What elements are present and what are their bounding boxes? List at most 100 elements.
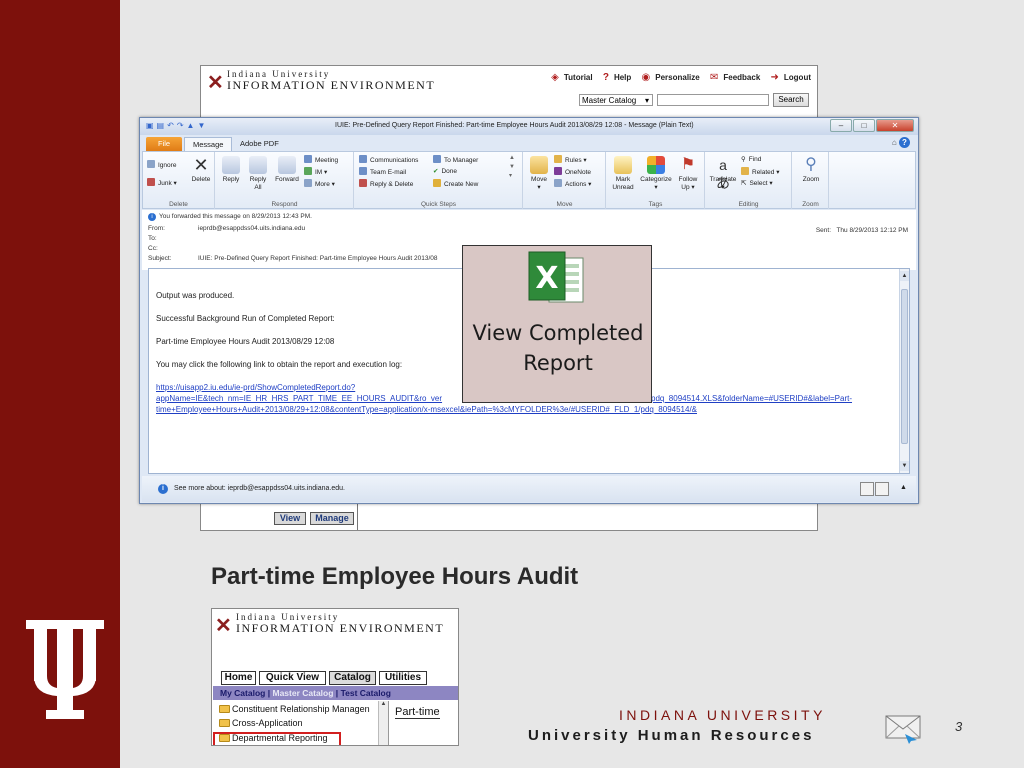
email-icon bbox=[885, 715, 921, 744]
to-row: To: bbox=[148, 235, 157, 242]
zoom-button[interactable]: ⚲ Zoom bbox=[799, 156, 823, 184]
move-button[interactable]: Move ▾ bbox=[527, 156, 551, 192]
catalog-select[interactable]: Master Catalog ▾ bbox=[579, 94, 653, 106]
minimize-icon[interactable]: – bbox=[830, 119, 852, 132]
help-icon[interactable]: ? bbox=[899, 137, 910, 148]
actions-button[interactable]: Actions ▾ bbox=[554, 179, 591, 188]
brand-sidebar bbox=[0, 0, 120, 768]
reply-all-icon bbox=[249, 156, 267, 174]
report-link[interactable]: pdq_8094514.XLS&folderName=#USERID#&labe… bbox=[651, 394, 852, 403]
body-line: You may click the following link to obta… bbox=[156, 360, 403, 369]
tab-utilities[interactable]: Utilities bbox=[379, 671, 427, 685]
tab-home[interactable]: Home bbox=[221, 671, 256, 685]
tab-file[interactable]: File bbox=[146, 137, 182, 151]
report-link[interactable]: appName=IE&tech_nm=IE_HR_HRS_PART_TIME_E… bbox=[156, 394, 442, 403]
from-address[interactable]: ieprdb@esappdss04.uits.indiana.edu bbox=[198, 225, 305, 232]
create-new-icon bbox=[433, 179, 441, 187]
ribbon-help: ⌂ ? bbox=[892, 137, 910, 148]
ribbon-tabs: File Message Adobe PDF ⌂ ? bbox=[140, 135, 918, 151]
translate-button[interactable]: aあ Translate ▾ bbox=[708, 156, 738, 192]
find-button[interactable]: ⚲ Find bbox=[741, 155, 761, 163]
quickstep-reply-delete[interactable]: Reply & Delete bbox=[359, 179, 413, 188]
delete-button[interactable]: ✕ Delete bbox=[189, 156, 213, 184]
related-button[interactable]: Related ▾ bbox=[741, 167, 779, 176]
quickstep-to-manager[interactable]: To Manager bbox=[433, 155, 478, 164]
manage-button[interactable]: Manage bbox=[310, 512, 354, 525]
quickstep-communications[interactable]: Communications bbox=[359, 155, 418, 164]
im-button[interactable]: IM ▾ bbox=[304, 167, 327, 176]
callout-line-2: Report bbox=[523, 351, 593, 375]
slide-title: Part-time Employee Hours Audit bbox=[211, 563, 579, 590]
iie-panel-divider bbox=[357, 504, 358, 530]
ignore-button[interactable]: Ignore bbox=[147, 160, 176, 169]
report-link[interactable]: time+Employee+Hours+Audit+2013/08/29+12:… bbox=[156, 405, 697, 414]
reply-button[interactable]: Reply bbox=[219, 156, 243, 184]
flag-icon: ⚑ bbox=[680, 156, 696, 173]
ribbon-collapse-icon[interactable]: ⌂ bbox=[892, 138, 897, 147]
body-line: Successful Background Run of Completed R… bbox=[156, 314, 335, 323]
list-item[interactable]: Constituent Relationship Managen bbox=[219, 704, 370, 714]
feedback-link[interactable]: ✉ Feedback bbox=[706, 72, 760, 83]
help-link[interactable]: ? Help bbox=[599, 72, 631, 83]
iie-top-links: ◈ Tutorial ? Help ◉ Personalize ✉ Feedback ➜… bbox=[543, 72, 811, 83]
body-scrollbar[interactable]: ▲ ▼ bbox=[899, 269, 909, 473]
close-icon[interactable]: ✕ bbox=[876, 119, 914, 132]
iie-search-button[interactable]: Search bbox=[773, 93, 809, 107]
iie-search-input[interactable] bbox=[657, 94, 769, 106]
mark-unread-button[interactable]: Mark Unread bbox=[609, 156, 637, 192]
scroll-down-icon[interactable]: ▼ bbox=[900, 461, 909, 471]
feedback-icon: ✉ bbox=[709, 72, 719, 83]
people-pane: i See more about: ieprdb@esappdss04.uits.… bbox=[142, 476, 916, 502]
people-pane-text[interactable]: See more about: ieprdb@esappdss04.uits.i… bbox=[174, 485, 345, 492]
test-catalog-link[interactable]: Test Catalog bbox=[341, 688, 391, 698]
reply-all-button[interactable]: Reply All bbox=[246, 156, 270, 192]
magnifier-icon: ⚲ bbox=[805, 156, 817, 173]
quickstep-done[interactable]: ✔ Done bbox=[433, 167, 457, 175]
chevron-up-icon[interactable]: ▲ bbox=[900, 484, 907, 491]
forwarded-infobar: i You forwarded this message on 8/29/2013… bbox=[148, 213, 312, 221]
checkmark-icon: ✔ bbox=[433, 168, 439, 175]
cursor-icon: ⇱ bbox=[741, 180, 747, 187]
ignore-icon bbox=[147, 160, 155, 168]
tab-catalog[interactable]: Catalog bbox=[329, 671, 376, 685]
list-item[interactable]: Cross-Application bbox=[219, 718, 303, 728]
avatar[interactable] bbox=[875, 482, 889, 496]
onenote-button[interactable]: OneNote bbox=[554, 167, 591, 176]
maximize-icon[interactable]: □ bbox=[853, 119, 875, 132]
quick-access-toolbar[interactable]: ▣▤↶↷▲▼ bbox=[146, 121, 208, 130]
meeting-button[interactable]: Meeting bbox=[304, 155, 338, 164]
forward-button[interactable]: Forward bbox=[273, 156, 301, 184]
logout-link[interactable]: ➜ Logout bbox=[767, 72, 812, 83]
view-completed-report-callout: X View Completed Report bbox=[462, 245, 652, 403]
my-catalog-link[interactable]: My Catalog bbox=[220, 688, 265, 698]
ribbon: Ignore Junk ▾ ✕ Delete Delete Reply Reply… bbox=[142, 151, 916, 209]
quickstep-team-email[interactable]: Team E-mail bbox=[359, 167, 406, 176]
scroll-thumb[interactable] bbox=[901, 289, 908, 444]
master-catalog-link[interactable]: Master Catalog bbox=[272, 688, 333, 698]
chevron-down-icon: ▾ bbox=[644, 96, 649, 105]
rules-button[interactable]: Rules ▾ bbox=[554, 155, 587, 164]
team-email-icon bbox=[359, 167, 367, 175]
quicksteps-scroll[interactable]: ▲ ▼ ▾ bbox=[509, 154, 515, 181]
report-link[interactable]: https://uisapp2.iu.edu/ie-prd/ShowComple… bbox=[156, 383, 355, 392]
more-button[interactable]: More ▾ bbox=[304, 179, 335, 188]
avatar[interactable] bbox=[860, 482, 874, 496]
tutorial-link[interactable]: ◈ Tutorial bbox=[547, 72, 592, 83]
scroll-up-icon[interactable]: ▲ bbox=[900, 271, 909, 281]
folder-icon bbox=[219, 705, 230, 713]
personalize-icon: ◉ bbox=[641, 72, 651, 83]
view-button[interactable]: View bbox=[274, 512, 306, 525]
reply-delete-icon bbox=[359, 179, 367, 187]
personalize-link[interactable]: ◉ Personalize bbox=[638, 72, 700, 83]
junk-button[interactable]: Junk ▾ bbox=[147, 178, 177, 187]
list-scrollbar[interactable]: ▲ bbox=[378, 701, 388, 745]
logout-icon: ➜ bbox=[770, 72, 779, 83]
tab-quick-view[interactable]: Quick View bbox=[259, 671, 326, 685]
quickstep-create-new[interactable]: Create New bbox=[433, 179, 478, 188]
tab-message[interactable]: Message bbox=[184, 137, 233, 151]
categorize-button[interactable]: Categorize ▾ bbox=[639, 156, 673, 192]
tab-adobe-pdf[interactable]: Adobe PDF bbox=[232, 137, 287, 151]
select-button[interactable]: ⇱ Select ▾ bbox=[741, 179, 773, 187]
follow-up-button[interactable]: ⚑ Follow Up ▾ bbox=[675, 156, 701, 192]
ribbon-group-editing: aあ Translate ▾ ⚲ Find Related ▾ ⇱ Select ▾ E… bbox=[706, 152, 792, 209]
